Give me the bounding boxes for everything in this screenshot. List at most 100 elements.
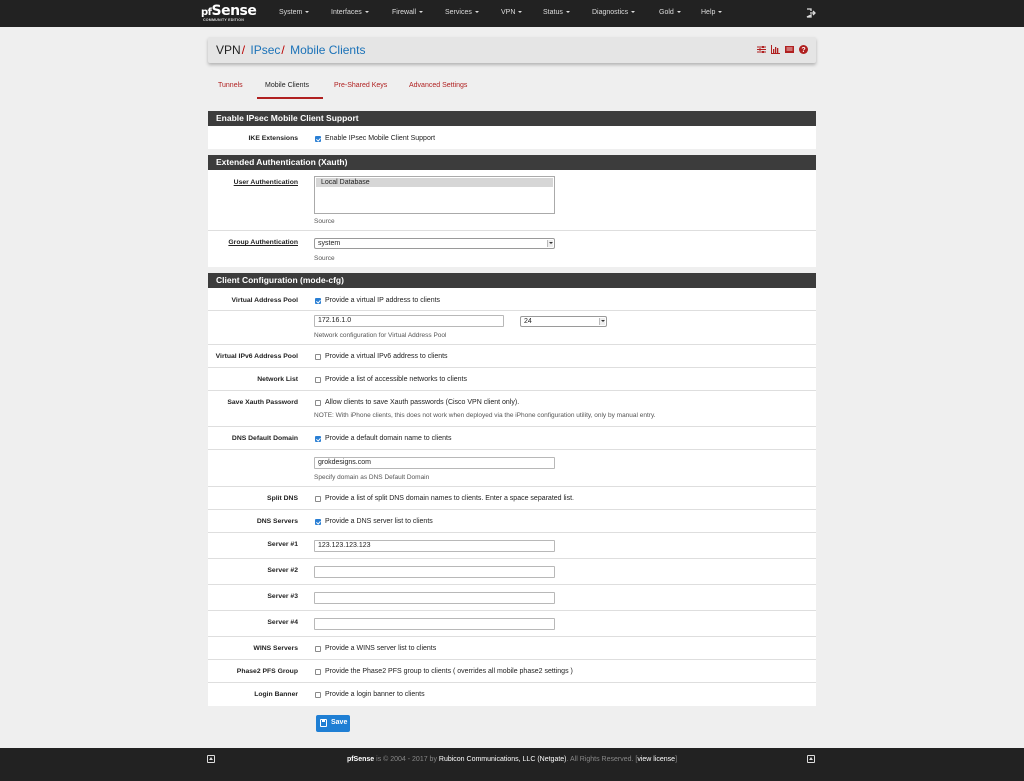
nav-status[interactable]: Status	[543, 9, 570, 16]
user-auth-help: Source	[314, 218, 335, 225]
vap-mask-select[interactable]: 24	[520, 316, 607, 327]
save-button-label: Save	[331, 719, 348, 726]
tab-mobile-clients[interactable]: Mobile Clients	[265, 82, 309, 89]
help-icon[interactable]: ?	[799, 45, 808, 54]
chevron-down-icon	[676, 11, 681, 13]
login-banner-checkbox[interactable]	[315, 692, 321, 698]
pfs-checkbox[interactable]	[315, 669, 321, 675]
wins-label: WINS Servers	[253, 645, 298, 652]
chevron-down-icon	[631, 11, 636, 13]
dns-servers-text: Provide a DNS server list to clients	[325, 518, 433, 525]
dns-domain-input[interactable]: grokdesigns.com	[314, 457, 555, 469]
ike-extensions-label: IKE Extensions	[248, 135, 298, 142]
breadcrumb: VPN/ IPsec/ Mobile Clients	[216, 43, 366, 57]
group-auth-select[interactable]: system	[314, 238, 555, 249]
vap-label: Virtual Address Pool	[231, 297, 298, 304]
tab-pre-shared-keys[interactable]: Pre-Shared Keys	[334, 82, 387, 89]
split-dns-text: Provide a list of split DNS domain names…	[325, 495, 575, 502]
row-separator	[208, 344, 816, 345]
pfs-label: Phase2 PFS Group	[236, 668, 298, 675]
top-navbar: pfSense COMMUNITY EDITION System Interfa…	[0, 0, 1024, 27]
vap-network-input[interactable]: 172.16.1.0	[314, 315, 504, 327]
sliders-icon[interactable]	[757, 45, 767, 54]
page-actions: ?	[754, 45, 808, 55]
tab-advanced-settings[interactable]: Advanced Settings	[409, 82, 467, 89]
footer-product: pfSense	[346, 756, 375, 763]
tab-tunnels[interactable]: Tunnels	[218, 82, 243, 89]
section-header-xauth: Extended Authentication (Xauth)	[208, 155, 816, 170]
server-1-input[interactable]: 123.123.123.123	[314, 540, 555, 552]
nav-system[interactable]: System	[279, 9, 310, 16]
floppy-disk-icon	[320, 719, 327, 727]
dns-servers-checkbox[interactable]	[315, 519, 321, 525]
section-header-client-config: Client Configuration (mode-cfg)	[208, 273, 816, 288]
wins-checkbox[interactable]	[315, 646, 321, 652]
save-xauth-checkbox[interactable]	[315, 400, 321, 406]
dns-domain-checkbox[interactable]	[315, 436, 321, 442]
row-separator	[208, 532, 816, 533]
svg-text:?: ?	[801, 47, 805, 54]
row-separator	[208, 682, 816, 683]
dns-domain-label: DNS Default Domain	[231, 435, 298, 442]
user-auth-option[interactable]: Local Database	[316, 178, 553, 187]
chevron-down-icon	[518, 11, 523, 13]
row-separator	[208, 449, 816, 450]
dns-domain-text: Provide a default domain name to clients	[325, 435, 452, 442]
save-xauth-label: Save Xauth Password	[227, 399, 298, 406]
split-dns-checkbox[interactable]	[315, 496, 321, 502]
vap-checkbox[interactable]	[315, 298, 321, 304]
logout-icon[interactable]	[806, 8, 816, 18]
nav-gold[interactable]: Gold	[659, 9, 681, 16]
nav-vpn[interactable]: VPN	[501, 9, 523, 16]
nav-interfaces[interactable]: Interfaces	[331, 9, 369, 16]
section-body-enable	[208, 126, 816, 149]
network-list-label: Network List	[257, 376, 298, 383]
nav-firewall[interactable]: Firewall	[392, 9, 424, 16]
row-separator	[208, 310, 816, 311]
row-separator	[208, 390, 816, 391]
server-2-input[interactable]	[314, 566, 555, 578]
user-auth-label[interactable]: User Authentication	[208, 179, 298, 186]
breadcrumb-ipsec[interactable]: IPsec	[250, 43, 280, 57]
logo-text: pfSense	[201, 3, 257, 19]
login-banner-label: Login Banner	[254, 691, 298, 698]
row-separator	[208, 558, 816, 559]
row-separator	[208, 659, 816, 660]
footer-company-link[interactable]: Rubicon Communications, LLC (Netgate)	[439, 756, 567, 763]
scroll-top-icon[interactable]	[807, 755, 815, 763]
save-button[interactable]: Save	[316, 715, 350, 732]
chevron-down-icon	[305, 11, 310, 13]
ipv6-pool-label: Virtual IPv6 Address Pool	[215, 353, 298, 360]
section-header-enable: Enable IPsec Mobile Client Support	[208, 111, 816, 126]
wins-text: Provide a WINS server list to clients	[325, 645, 437, 652]
network-list-checkbox[interactable]	[315, 377, 321, 383]
footer-copyright: pfSense is © 2004 - 2017 by Rubicon Comm…	[346, 756, 678, 763]
chevron-down-icon	[547, 240, 553, 247]
server-1-label: Server #1	[267, 541, 298, 548]
row-separator	[208, 610, 816, 611]
chevron-down-icon	[718, 11, 723, 13]
breadcrumb-mobile-clients[interactable]: Mobile Clients	[290, 43, 365, 57]
row-separator	[208, 584, 816, 585]
breadcrumb-vpn: VPN	[216, 43, 241, 57]
nav-services[interactable]: Services	[445, 9, 479, 16]
bar-chart-icon[interactable]	[771, 45, 781, 54]
pfsense-logo[interactable]: pfSense COMMUNITY EDITION	[201, 3, 263, 24]
dns-domain-help: Specify domain as DNS Default Domain	[314, 474, 430, 481]
list-icon[interactable]	[785, 45, 795, 54]
row-separator	[208, 230, 816, 231]
nav-diagnostics[interactable]: Diagnostics	[592, 9, 636, 16]
ipv6-pool-checkbox[interactable]	[315, 354, 321, 360]
nav-help[interactable]: Help	[701, 9, 723, 16]
group-auth-label[interactable]: Group Authentication	[208, 239, 298, 246]
logo-subtitle: COMMUNITY EDITION	[203, 18, 245, 22]
vap-text: Provide a virtual IP address to clients	[325, 297, 441, 304]
save-xauth-note: NOTE: With iPhone clients, this does not…	[314, 412, 656, 419]
chevron-down-icon	[474, 11, 479, 13]
view-license-link[interactable]: view license	[637, 756, 675, 763]
ike-extensions-checkbox[interactable]	[315, 136, 321, 142]
user-auth-listbox[interactable]: Local Database	[314, 176, 555, 214]
server-3-input[interactable]	[314, 592, 555, 604]
server-4-input[interactable]	[314, 618, 555, 630]
server-2-label: Server #2	[267, 567, 298, 574]
